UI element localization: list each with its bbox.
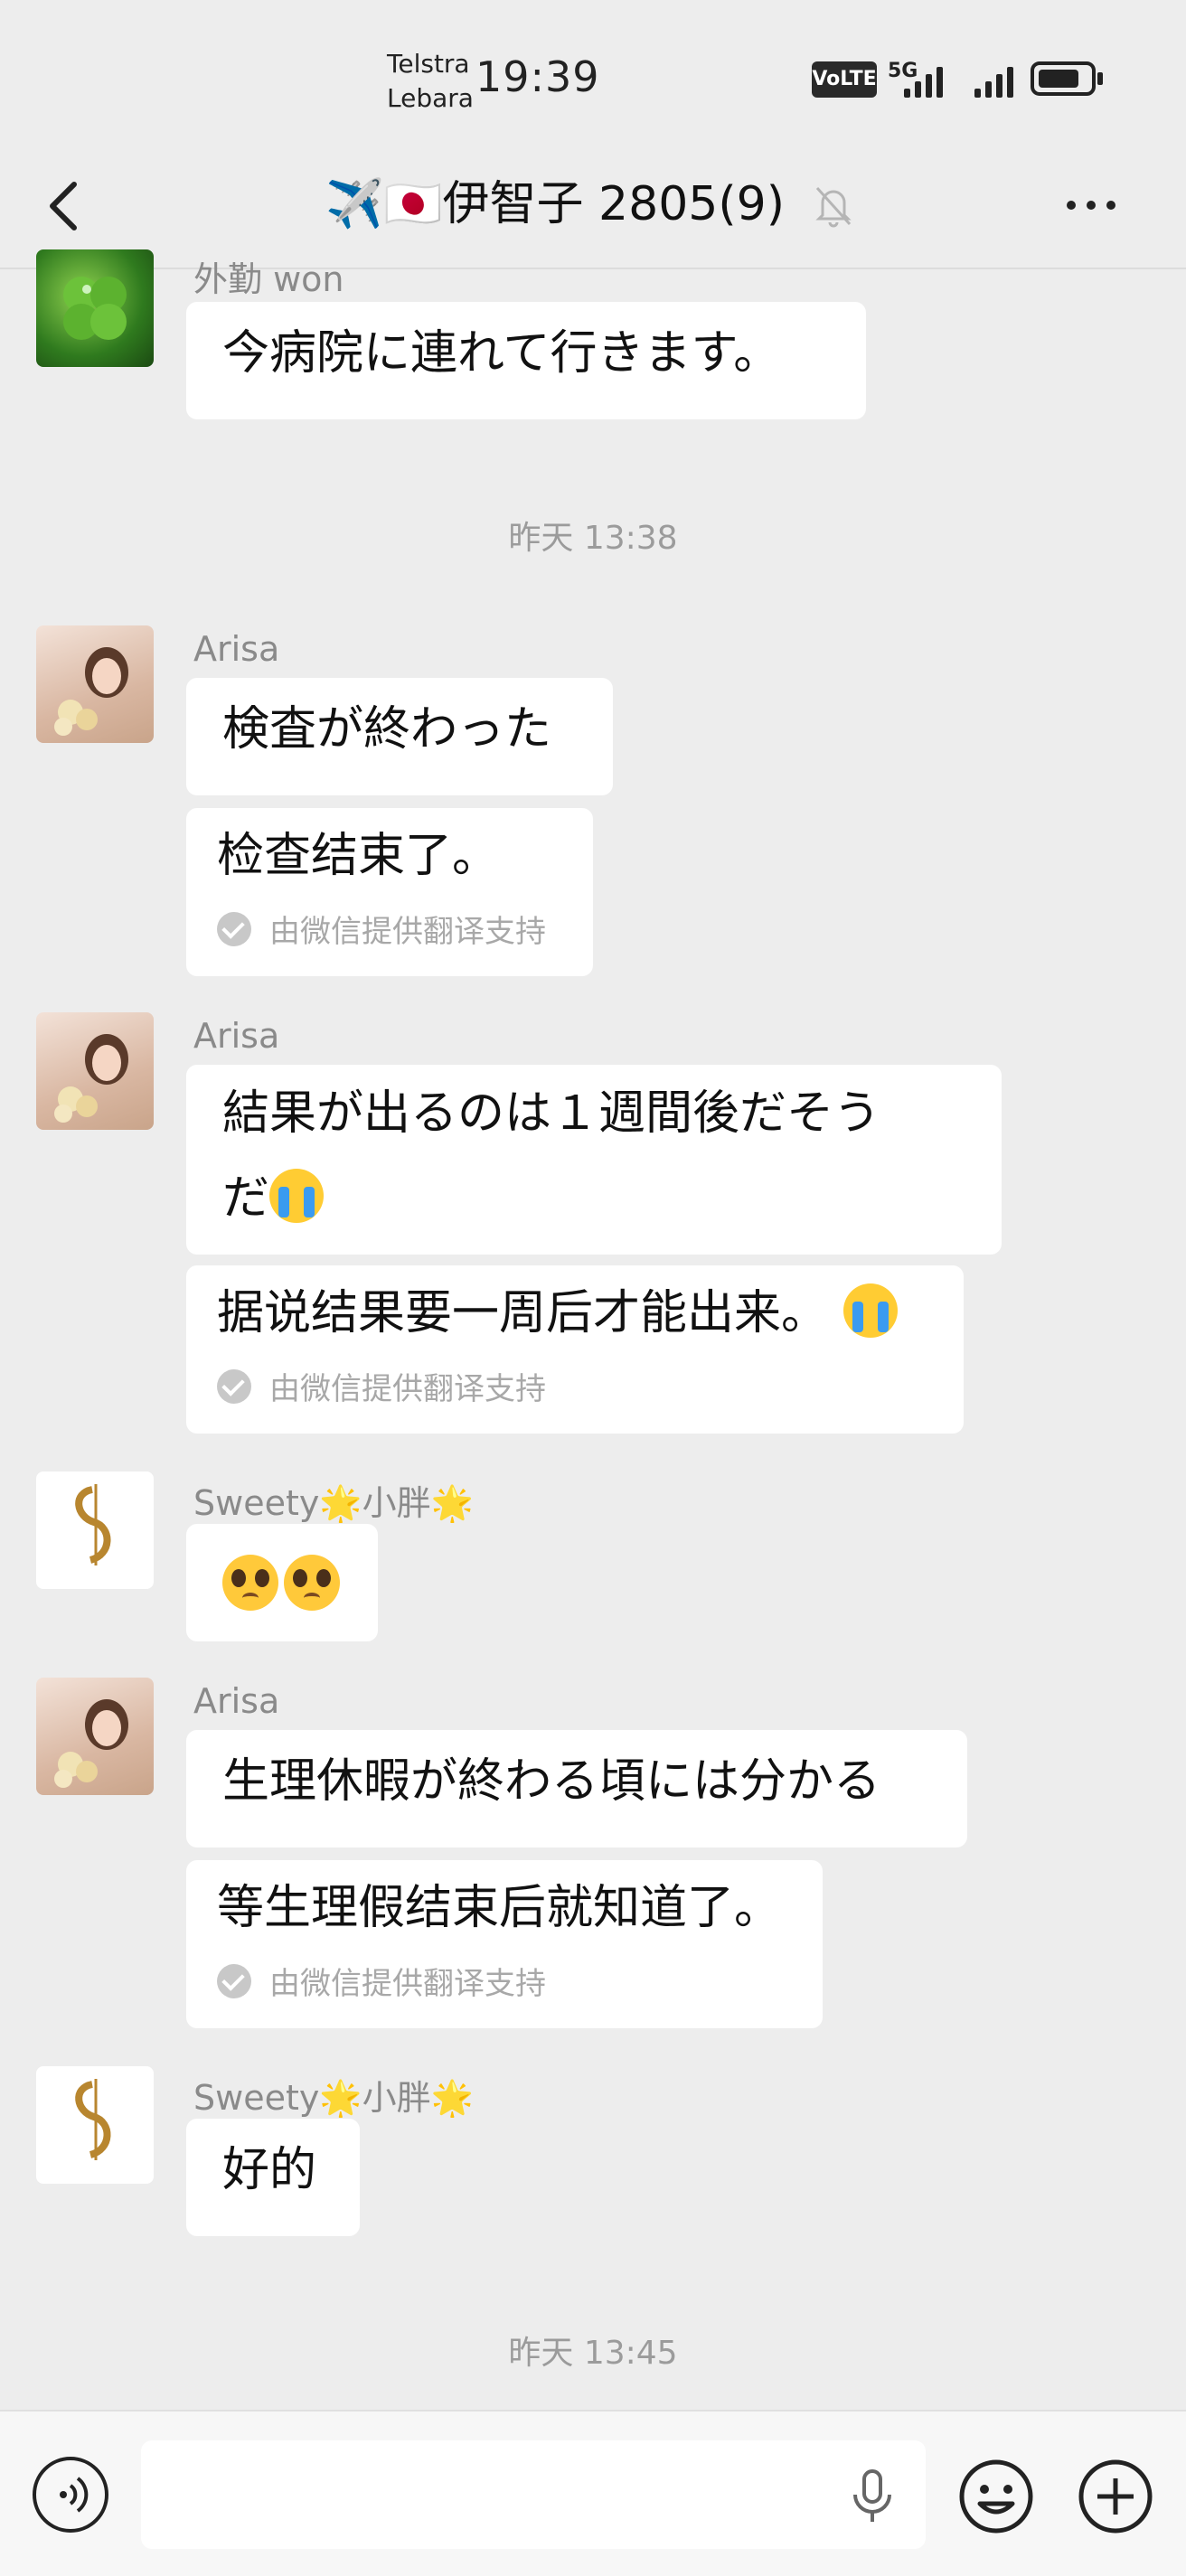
more-functions-button[interactable] <box>1076 2457 1155 2536</box>
message-bubble[interactable]: 生理休暇が終わる頃には分かる <box>186 1730 967 1847</box>
microphone-icon[interactable] <box>848 2468 897 2529</box>
sender-name: Arisa <box>193 1681 280 1721</box>
translation-text: 等生理假结束后就知道了。 <box>217 1881 782 1935</box>
header-divider <box>0 268 1186 269</box>
status-bar: Telstra Lebara 19:39 VoLTE 5G <box>0 0 1186 145</box>
sweetymei-logo <box>75 1484 111 1565</box>
message-text: 検査が終わった <box>222 702 552 757</box>
message-bubble[interactable]: 今病院に連れて行きます。 <box>186 302 866 419</box>
message-text: 今病院に連れて行きます。 <box>222 326 781 381</box>
signal-icon-2 <box>974 61 1013 98</box>
portrait-photo <box>54 1034 128 1123</box>
clover-icon <box>63 277 127 340</box>
translation-text: 据说结果要一周后才能出来。 <box>186 1265 964 1345</box>
message-bubble[interactable]: 結果が出るのは１週間後だそう だ <box>186 1065 1002 1255</box>
sweetymei-logo <box>75 2079 111 2160</box>
check-icon <box>217 911 251 946</box>
check-icon <box>217 1368 251 1404</box>
battery-icon <box>1031 61 1096 96</box>
message-text-line-1: 結果が出るのは１週間後だそう <box>222 1086 881 1141</box>
volte-badge: VoLTE <box>812 61 877 98</box>
voice-mode-icon <box>60 2477 89 2513</box>
message-bubble[interactable]: 検査が終わった <box>186 678 613 795</box>
message-input[interactable] <box>141 2440 926 2549</box>
chat-title[interactable]: ✈️🇯🇵伊智子 2805(9) <box>325 172 832 237</box>
avatar-arisa[interactable] <box>36 1012 154 1130</box>
sender-name: Arisa <box>193 629 280 669</box>
message-text: 生理休暇が終わる頃には分かる <box>222 1754 881 1809</box>
translation-bubble[interactable]: 据说结果要一周后才能出来。 由微信提供翻译支持 <box>186 1265 964 1434</box>
plus-circle-icon <box>1078 2459 1153 2534</box>
message-bubble[interactable] <box>186 1524 378 1641</box>
sender-name: Arisa <box>193 1016 280 1056</box>
voice-mode-button[interactable] <box>33 2457 108 2533</box>
translation-note: 由微信提供翻译支持 <box>217 907 546 951</box>
timestamp: 昨天 13:38 <box>508 520 678 557</box>
input-bar <box>0 2410 1186 2576</box>
crying-emoji-icon <box>842 1283 898 1338</box>
chevron-left-icon <box>50 182 77 230</box>
translation-note: 由微信提供翻译支持 <box>217 1959 546 2003</box>
carrier-2: Lebara <box>387 83 474 113</box>
avatar-sweetymei[interactable] <box>36 1471 154 1589</box>
message-bubble[interactable]: 好的 <box>186 2119 360 2236</box>
sender-name: Sweety🌟小胖🌟 <box>193 2078 474 2118</box>
signal-icon <box>904 61 943 98</box>
message-text-line-2: だ <box>186 1153 1002 1244</box>
portrait-photo <box>54 1699 128 1788</box>
bell-off-icon <box>812 183 855 233</box>
avatar-arisa[interactable] <box>36 1678 154 1795</box>
portrait-photo <box>54 647 128 736</box>
sticker-emoji <box>186 1524 378 1614</box>
translation-text: 检查结束了。 <box>217 829 500 883</box>
translation-bubble[interactable]: 等生理假结束后就知道了。 由微信提供翻译支持 <box>186 1860 823 2028</box>
back-button[interactable] <box>36 165 99 246</box>
emoji-button[interactable] <box>956 2457 1036 2536</box>
more-options-button[interactable] <box>1067 192 1130 219</box>
crying-emoji-icon <box>269 1169 325 1223</box>
sender-name: Sweety🌟小胖🌟 <box>193 1483 474 1523</box>
emoji-smile-icon <box>959 2459 1033 2534</box>
avatar-arisa[interactable] <box>36 625 154 743</box>
chat-header: ✈️🇯🇵伊智子 2805(9) <box>0 145 1186 269</box>
check-icon <box>217 1963 251 1998</box>
message-text: 好的 <box>222 2143 317 2197</box>
carrier-1: Telstra <box>387 49 470 79</box>
status-time: 19:39 <box>475 52 600 101</box>
carrier-labels: Telstra Lebara <box>387 47 474 116</box>
translation-note: 由微信提供翻译支持 <box>217 1364 546 1408</box>
pleading-face-icon <box>284 1555 340 1611</box>
avatar-sweetymei[interactable] <box>36 2066 154 2184</box>
avatar-clover[interactable] <box>36 249 154 367</box>
pleading-face-icon <box>222 1555 278 1611</box>
translation-bubble[interactable]: 检查结束了。 由微信提供翻译支持 <box>186 808 593 976</box>
timestamp: 昨天 13:45 <box>508 2335 678 2372</box>
